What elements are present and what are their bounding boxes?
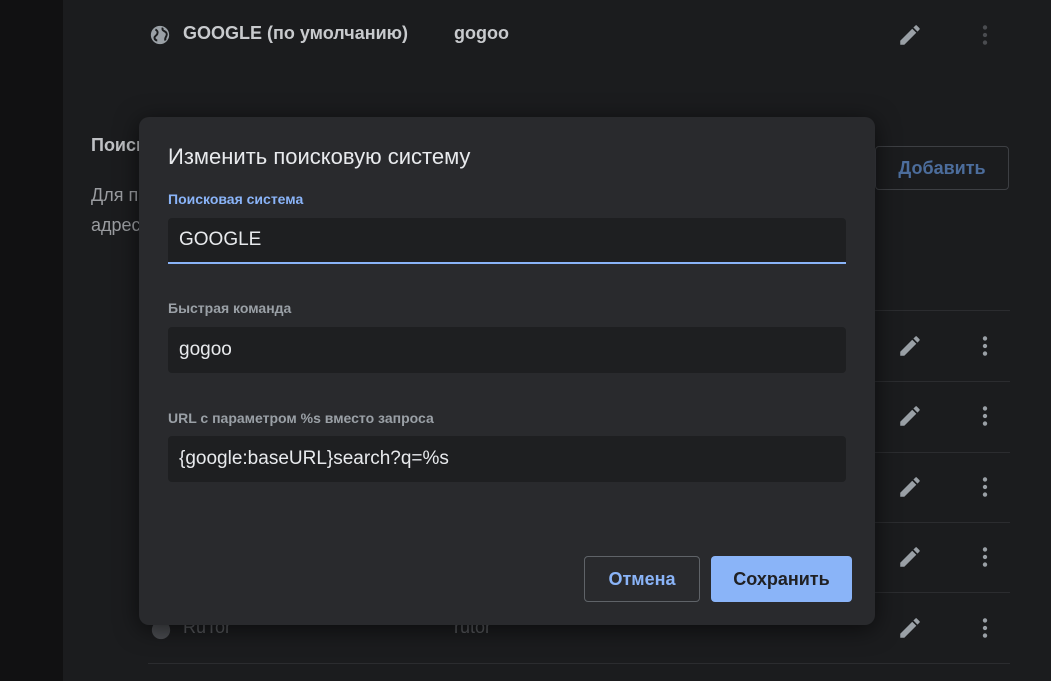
globe-icon [150, 25, 170, 45]
more-vert-icon[interactable] [972, 403, 998, 429]
keyword-label: Быстрая команда [168, 300, 292, 316]
more-vert-icon[interactable] [972, 544, 998, 570]
add-engine-button[interactable]: Добавить [875, 146, 1009, 190]
more-vert-icon[interactable] [972, 333, 998, 359]
more-vert-icon[interactable] [972, 474, 998, 500]
search-engine-label: Поисковая система [168, 191, 304, 207]
more-vert-icon[interactable] [972, 615, 998, 641]
divider [148, 663, 1010, 664]
url-label: URL с параметром %s вместо запроса [168, 410, 434, 426]
pencil-icon[interactable] [897, 474, 923, 500]
default-engine-name: GOOGLE (по умолчанию) [183, 23, 409, 43]
dialog-title: Изменить поисковую систему [168, 144, 471, 169]
keyword-input[interactable]: gogoo [168, 327, 846, 373]
search-engine-input[interactable]: GOOGLE [168, 218, 846, 264]
url-input[interactable]: {google:baseURL}search?q=%s [168, 436, 846, 482]
pencil-icon[interactable] [897, 333, 923, 359]
section-title: Поиск [91, 135, 146, 155]
pencil-icon[interactable] [897, 403, 923, 429]
edit-search-engine-dialog: Изменить поисковую систему Поисковая сис… [139, 117, 875, 625]
more-vert-icon[interactable] [972, 22, 998, 48]
pencil-icon[interactable] [897, 22, 923, 48]
default-engine-keyword: gogoo [454, 23, 509, 43]
cancel-button[interactable]: Отмена [584, 556, 700, 602]
pencil-icon[interactable] [897, 615, 923, 641]
save-button[interactable]: Сохранить [711, 556, 852, 602]
pencil-icon[interactable] [897, 544, 923, 570]
